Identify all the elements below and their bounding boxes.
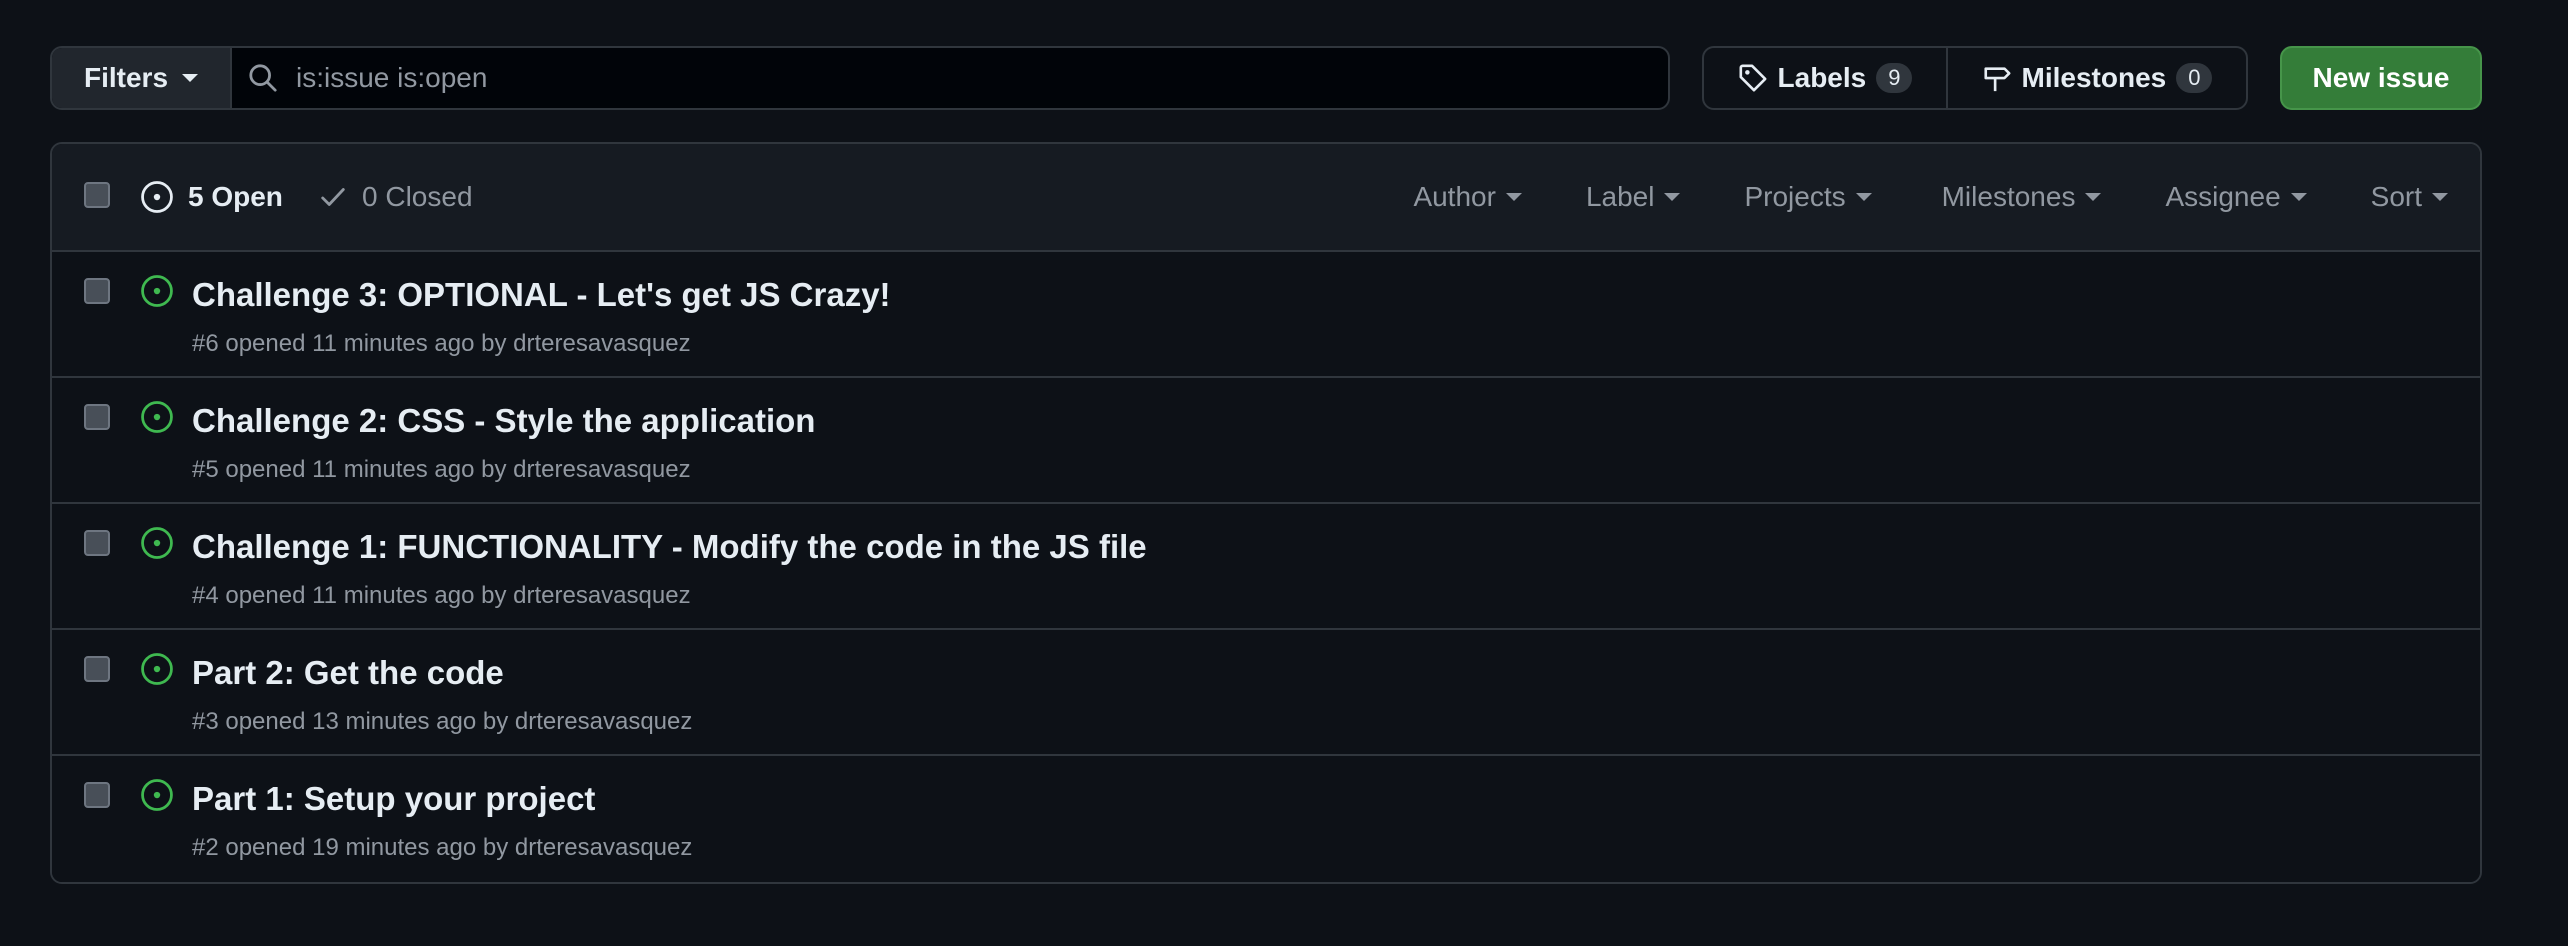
issue-meta-text: #5 opened 11 minutes ago by bbox=[192, 456, 507, 483]
labels-label: Labels bbox=[1777, 62, 1867, 93]
issues-page: Filters Labels 9 bbox=[0, 0, 2568, 946]
labels-milestones-group: Labels 9 Milestones 0 bbox=[1702, 46, 2248, 110]
issue-meta: #4 opened 11 minutes ago by drteresavasq… bbox=[192, 582, 691, 610]
chevron-down-icon bbox=[182, 74, 199, 82]
assignee-filter[interactable]: Assignee bbox=[2165, 181, 2307, 213]
issue-author-link[interactable]: drteresavasquez bbox=[513, 330, 690, 357]
issue-row: Part 1: Setup your project #2 opened 19 … bbox=[52, 756, 2480, 882]
issue-opened-icon bbox=[141, 401, 173, 433]
issue-title-link[interactable]: Part 1: Setup your project bbox=[192, 780, 595, 818]
issue-opened-icon bbox=[141, 653, 173, 685]
label-filter[interactable]: Label bbox=[1586, 181, 1681, 213]
issue-meta-text: #2 opened 19 minutes ago by bbox=[192, 834, 509, 861]
issues-toolbar: Filters Labels 9 bbox=[50, 46, 2482, 110]
chevron-down-icon bbox=[2432, 193, 2448, 201]
issue-opened-icon bbox=[141, 181, 173, 213]
issue-meta: #3 opened 13 minutes ago by drteresavasq… bbox=[192, 708, 692, 736]
issue-title-link[interactable]: Challenge 2: CSS - Style the application bbox=[192, 402, 815, 440]
issue-checkbox[interactable] bbox=[84, 782, 110, 808]
chevron-down-icon bbox=[2290, 193, 2307, 201]
select-all-checkbox[interactable] bbox=[84, 182, 110, 208]
chevron-down-icon bbox=[1855, 193, 1872, 201]
assignee-filter-label: Assignee bbox=[2165, 181, 2281, 212]
closed-issues-label: 0 Closed bbox=[362, 181, 473, 212]
sort-filter-label: Sort bbox=[2370, 181, 2422, 212]
chevron-down-icon bbox=[2085, 193, 2102, 201]
sort-filter[interactable]: Sort bbox=[2371, 181, 2448, 213]
milestones-label: Milestones bbox=[2021, 62, 2167, 93]
open-issues-label: 5 Open bbox=[188, 181, 283, 212]
issue-meta-text: #3 opened 13 minutes ago by bbox=[192, 708, 509, 735]
issue-row: Challenge 1: FUNCTIONALITY - Modify the … bbox=[52, 504, 2480, 630]
filters-label: Filters bbox=[83, 62, 169, 93]
issue-opened-icon bbox=[141, 527, 173, 559]
issue-meta: #6 opened 11 minutes ago by drteresavasq… bbox=[192, 330, 691, 358]
tag-icon bbox=[1739, 64, 1767, 92]
issue-meta: #2 opened 19 minutes ago by drteresavasq… bbox=[192, 834, 692, 862]
milestones-filter-label: Milestones bbox=[1941, 181, 2076, 212]
issue-checkbox[interactable] bbox=[84, 656, 110, 682]
milestones-button[interactable]: Milestones 0 bbox=[1948, 48, 2246, 108]
issue-opened-icon bbox=[141, 779, 173, 811]
chevron-down-icon bbox=[1664, 193, 1681, 201]
check-icon bbox=[321, 188, 345, 206]
issue-meta-text: #6 opened 11 minutes ago by bbox=[192, 330, 507, 357]
new-issue-button[interactable]: New issue bbox=[2280, 46, 2482, 110]
author-filter[interactable]: Author bbox=[1413, 181, 1522, 213]
issue-title-link[interactable]: Part 2: Get the code bbox=[192, 654, 504, 692]
issue-title-link[interactable]: Challenge 1: FUNCTIONALITY - Modify the … bbox=[192, 528, 1147, 566]
header-filter-menu: Author Label Projects Milestones Assigne… bbox=[1413, 144, 2448, 250]
labels-button[interactable]: Labels 9 bbox=[1704, 48, 1948, 108]
chevron-down-icon bbox=[1505, 193, 1522, 201]
labels-count: 9 bbox=[1876, 63, 1913, 93]
issues-list-box: 5 Open 0 Closed Author Label Projects Mi… bbox=[50, 142, 2482, 884]
issue-meta: #5 opened 11 minutes ago by drteresavasq… bbox=[192, 456, 691, 484]
search-icon bbox=[249, 64, 277, 92]
issues-list-header: 5 Open 0 Closed Author Label Projects Mi… bbox=[52, 144, 2480, 252]
issue-author-link[interactable]: drteresavasquez bbox=[515, 708, 692, 735]
issue-checkbox[interactable] bbox=[84, 404, 110, 430]
search-wrapper bbox=[232, 48, 1668, 108]
issue-row: Challenge 2: CSS - Style the application… bbox=[52, 378, 2480, 504]
author-filter-label: Author bbox=[1413, 181, 1496, 212]
issue-meta-text: #4 opened 11 minutes ago by bbox=[192, 582, 507, 609]
issue-checkbox[interactable] bbox=[84, 530, 110, 556]
milestone-icon bbox=[1983, 67, 2011, 92]
filter-search-group: Filters bbox=[50, 46, 1670, 110]
issue-author-link[interactable]: drteresavasquez bbox=[513, 456, 690, 483]
issue-checkbox[interactable] bbox=[84, 278, 110, 304]
open-issues-tab[interactable]: 5 Open bbox=[140, 144, 283, 250]
milestones-count: 0 bbox=[2176, 63, 2213, 93]
search-input[interactable] bbox=[296, 62, 1668, 94]
issue-opened-icon bbox=[141, 275, 173, 307]
issue-title-link[interactable]: Challenge 3: OPTIONAL - Let's get JS Cra… bbox=[192, 276, 891, 314]
projects-filter[interactable]: Projects bbox=[1744, 181, 1872, 213]
filters-button[interactable]: Filters bbox=[52, 48, 232, 108]
projects-filter-label: Projects bbox=[1744, 181, 1846, 212]
label-filter-label: Label bbox=[1585, 181, 1655, 212]
closed-issues-tab[interactable]: 0 Closed bbox=[318, 144, 473, 250]
milestones-filter[interactable]: Milestones bbox=[1942, 181, 2102, 213]
issue-author-link[interactable]: drteresavasquez bbox=[513, 582, 690, 609]
issue-row: Part 2: Get the code #3 opened 13 minute… bbox=[52, 630, 2480, 756]
issue-row: Challenge 3: OPTIONAL - Let's get JS Cra… bbox=[52, 252, 2480, 378]
issue-author-link[interactable]: drteresavasquez bbox=[515, 834, 692, 861]
